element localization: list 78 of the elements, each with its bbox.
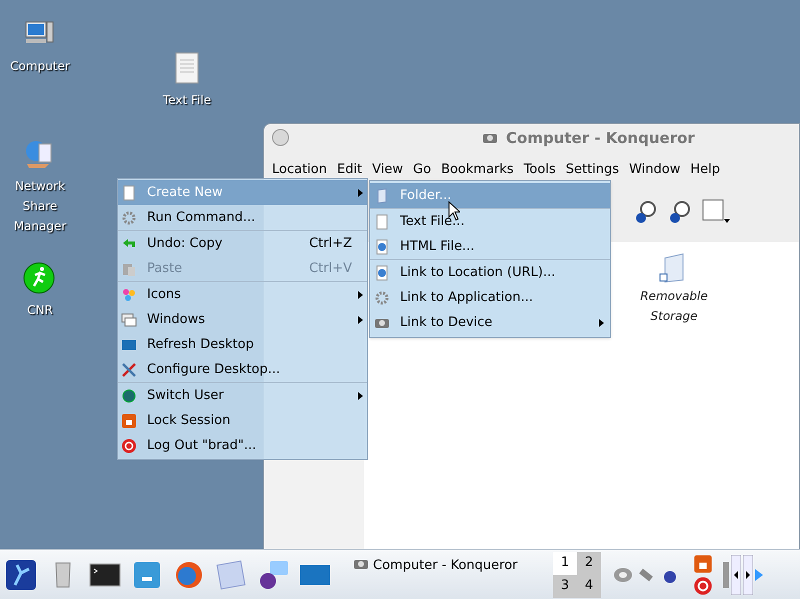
- gear-icon: [121, 210, 137, 226]
- globe-file-icon: [374, 264, 390, 280]
- scroll-left-icon[interactable]: [731, 554, 741, 594]
- menu-label: Link to Location (URL)...: [400, 264, 556, 282]
- scroll-right-icon[interactable]: [743, 554, 753, 594]
- task-label: Computer - Konqueror: [373, 557, 518, 575]
- menu-item[interactable]: Help: [685, 160, 725, 180]
- gear-icon: [374, 290, 390, 306]
- menu-entry[interactable]: Text File...: [370, 209, 610, 234]
- color-dots-icon: [121, 286, 137, 302]
- menu-entry[interactable]: Link to Location (URL)...: [370, 260, 610, 285]
- submenu-arrow-icon: [358, 188, 363, 196]
- shortcut-label: Ctrl+Z: [309, 234, 352, 253]
- menu-entry[interactable]: Lock Session: [118, 408, 367, 433]
- taskbar-task[interactable]: Computer - Konqueror: [331, 550, 553, 599]
- menu-entry[interactable]: Log Out "brad"...: [118, 433, 367, 458]
- menu-label: Configure Desktop...: [147, 360, 280, 379]
- menu-entry[interactable]: Windows: [118, 307, 367, 332]
- tools-icon: [121, 362, 137, 378]
- menu-entry[interactable]: Run Command...: [118, 205, 367, 230]
- menu-label: Create New: [147, 184, 223, 202]
- window-title: Computer - Konqueror: [506, 128, 695, 149]
- menu-item[interactable]: Window: [624, 160, 686, 180]
- menu-label: HTML File...: [400, 238, 474, 256]
- menu-label: Link to Device: [400, 314, 492, 332]
- menu-item[interactable]: Location: [267, 160, 332, 180]
- desktop-icon-label[interactable]: Network Share Manager: [8, 176, 72, 236]
- close-button[interactable]: [272, 129, 289, 146]
- menu-label: Log Out "brad"...: [147, 436, 256, 455]
- power-icon: [121, 438, 137, 454]
- desktop-pager-cell[interactable]: 4: [577, 574, 601, 598]
- desktop-icon-label[interactable]: CNR: [27, 300, 53, 320]
- menu-entry[interactable]: HTML File...: [370, 234, 610, 259]
- menu-item[interactable]: Go: [408, 160, 436, 180]
- shortcut-label: Ctrl+V: [309, 260, 352, 278]
- desktop-pager-cell[interactable]: 2: [577, 552, 601, 574]
- menu-item[interactable]: Edit: [332, 160, 368, 180]
- submenu-arrow-icon: [599, 318, 604, 326]
- blank-page-icon: [121, 184, 137, 200]
- resize-handle[interactable]: [723, 562, 729, 588]
- menu-item[interactable]: Tools: [518, 160, 561, 180]
- menu-label: Text File...: [400, 212, 465, 231]
- desktop-pager-cell[interactable]: 1: [553, 552, 577, 574]
- submenu-arrow-icon: [358, 290, 363, 298]
- menu-entry[interactable]: Switch User: [118, 383, 367, 408]
- menu-item[interactable]: Bookmarks: [436, 160, 519, 180]
- menu-item[interactable]: View: [367, 160, 408, 180]
- lock-icon[interactable]: [693, 554, 713, 574]
- desktop-icon-label[interactable]: Text File: [162, 90, 212, 110]
- text-file-icon: [374, 214, 390, 230]
- menu-label: Windows: [147, 310, 206, 329]
- menu-entry[interactable]: Link to Device: [370, 310, 610, 335]
- menu-entry[interactable]: Icons: [118, 282, 367, 307]
- power-icon[interactable]: [693, 576, 713, 596]
- view-mode-icon[interactable]: [702, 198, 730, 224]
- menu-label: Switch User: [147, 386, 224, 405]
- menu-entry[interactable]: Link to Application...: [370, 285, 610, 310]
- lock-icon: [121, 412, 137, 428]
- submenu-arrow-icon: [358, 392, 363, 400]
- menu-item[interactable]: Settings: [560, 160, 624, 180]
- running-figure-icon: [23, 262, 57, 296]
- menu-label: Icons: [147, 286, 181, 304]
- menu-label: Paste: [147, 260, 182, 278]
- desktop-icon-label[interactable]: Computer: [10, 56, 70, 76]
- html-file-icon: [374, 238, 390, 254]
- windows-icon: [121, 312, 137, 328]
- file-item-label[interactable]: Removable Storage: [636, 286, 712, 326]
- menu-label: Refresh Desktop: [147, 336, 254, 354]
- menu-label: Undo: Copy: [147, 234, 222, 253]
- menu-label: Folder...: [400, 186, 452, 205]
- menu-entry[interactable]: Undo: Copy Ctrl+Z: [118, 231, 367, 256]
- menu-entry[interactable]: Configure Desktop...: [118, 357, 367, 382]
- menu-entry[interactable]: Refresh Desktop: [118, 332, 367, 357]
- menu-label: Lock Session: [147, 412, 230, 430]
- desktop-pager-cell[interactable]: 3: [553, 574, 577, 598]
- submenu-arrow-icon: [358, 316, 363, 324]
- menu-label: Run Command...: [147, 208, 256, 227]
- menu-label: Link to Application...: [400, 288, 533, 307]
